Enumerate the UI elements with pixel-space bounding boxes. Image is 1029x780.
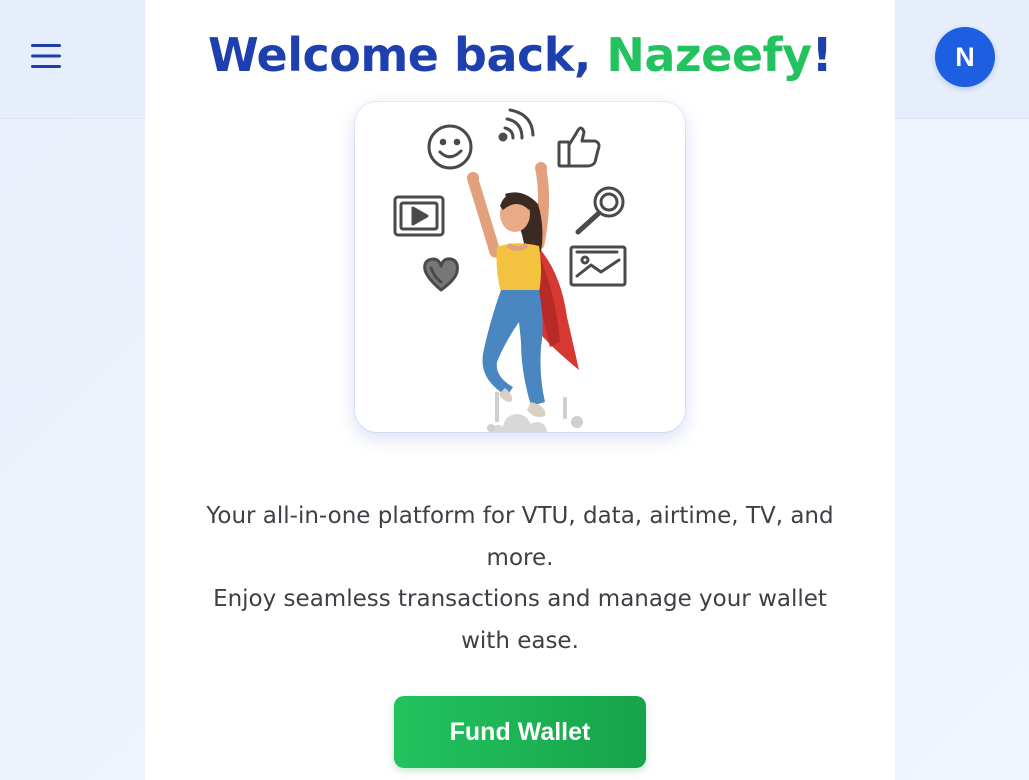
- user-name: Nazeefy: [606, 28, 812, 82]
- page-title: Welcome back, Nazeefy!: [145, 26, 895, 84]
- tagline: Your all-in-one platform for VTU, data, …: [195, 496, 845, 662]
- fund-wallet-button[interactable]: Fund Wallet: [394, 696, 646, 768]
- menu-button[interactable]: [24, 34, 68, 78]
- woman-figure: [467, 162, 579, 418]
- hamburger-menu-icon: [31, 44, 61, 68]
- avatar-initial: N: [955, 41, 975, 72]
- hero-illustration: [355, 102, 685, 432]
- welcome-suffix: !: [811, 28, 833, 82]
- search-icon: [575, 186, 625, 235]
- tagline-line-1: Your all-in-one platform for VTU, data, …: [206, 503, 834, 571]
- smiley-icon: [427, 124, 473, 170]
- tagline-line-2: Enjoy seamless transactions and manage y…: [213, 586, 827, 654]
- wifi-signal-icon: [498, 108, 535, 142]
- heart-icon: [423, 257, 459, 292]
- main-card: Welcome back, Nazeefy! Your all-in-one p…: [145, 0, 895, 780]
- image-icon: [569, 245, 627, 287]
- welcome-prefix: Welcome back,: [207, 28, 607, 82]
- avatar[interactable]: N: [935, 27, 995, 87]
- video-play-icon: [393, 195, 445, 237]
- thumbs-up-icon: [557, 126, 601, 168]
